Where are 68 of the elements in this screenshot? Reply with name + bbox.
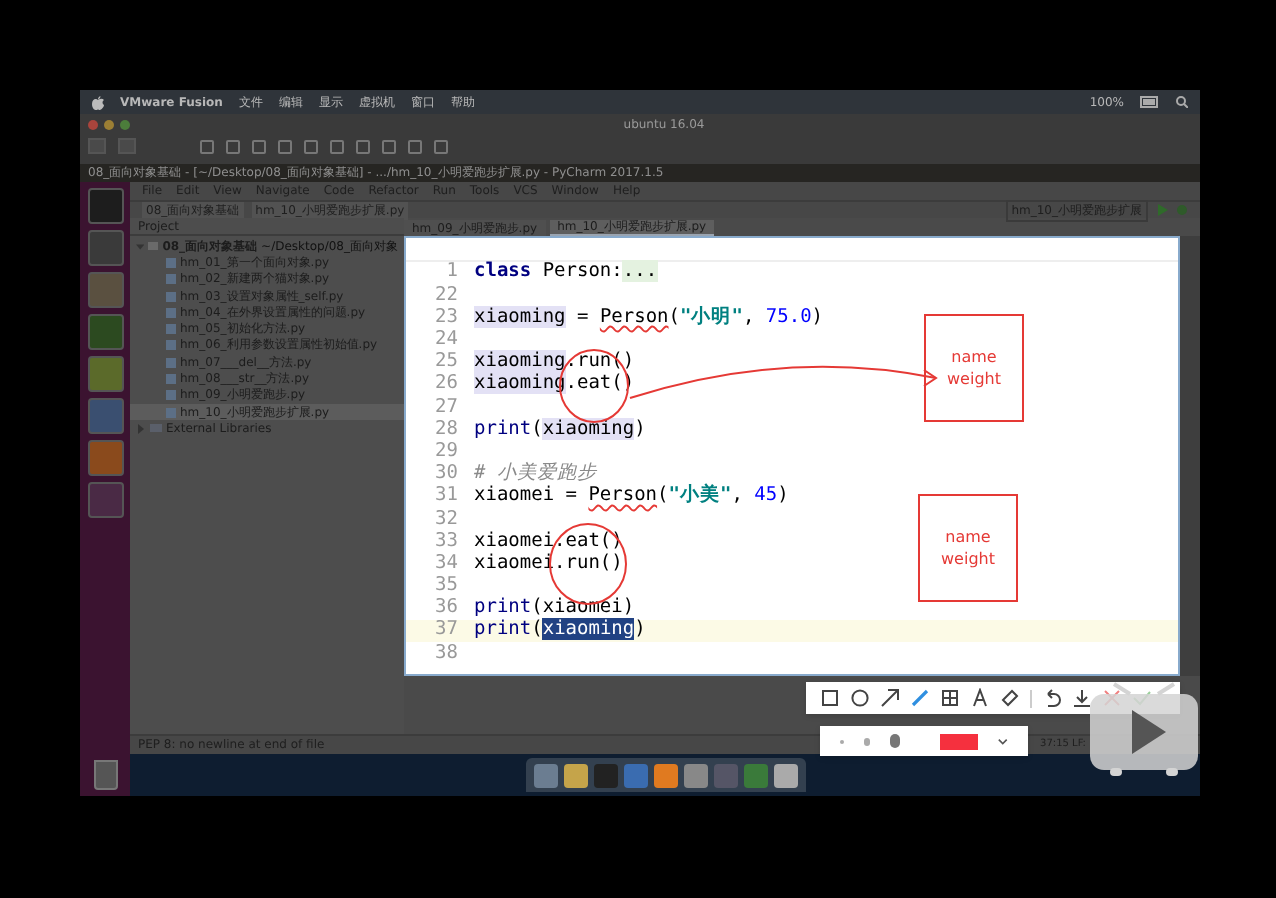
app-icon[interactable] [743, 763, 767, 787]
folder-icon [148, 242, 159, 251]
line-number: 22 [433, 281, 460, 308]
collapsed-icon[interactable] [136, 423, 146, 434]
battery-icon [1140, 96, 1160, 108]
line-number: 29 [433, 437, 460, 464]
code-line: print(xiaoming) [474, 415, 646, 444]
code-line: xiaomei = Person("小美", 45) [474, 482, 789, 511]
line-number: 32 [433, 505, 460, 532]
line-number: 38 [433, 639, 460, 668]
code-line: print(xiaomei) [474, 594, 635, 619]
app-icon[interactable] [87, 230, 123, 266]
line-number: 37 [433, 616, 460, 644]
eraser-icon[interactable] [1000, 688, 1020, 708]
line-number: 24 [433, 326, 460, 352]
grid-icon[interactable] [940, 688, 960, 708]
note-text: weight [947, 368, 1001, 390]
code-line: class Person:... [474, 258, 658, 287]
app-icon[interactable] [87, 440, 123, 476]
line-number: 1 [444, 258, 460, 286]
color-swatch[interactable] [940, 733, 979, 749]
rectangle-icon[interactable] [820, 688, 840, 708]
pen-icon[interactable] [910, 688, 930, 708]
app-icon[interactable] [87, 356, 123, 392]
code-line: print(xiaoming) [474, 616, 646, 645]
note-text: name [945, 526, 991, 548]
app-icon[interactable] [653, 763, 677, 787]
app-icon[interactable] [683, 763, 707, 787]
app-icon[interactable] [87, 314, 123, 350]
apple-icon[interactable] [92, 95, 104, 109]
note-text: weight [941, 548, 995, 570]
expanded-icon[interactable] [136, 241, 145, 252]
app-icon[interactable] [87, 188, 123, 224]
code-line: xiaoming = Person("小明", 75.0) [474, 303, 824, 332]
text-icon[interactable] [970, 688, 990, 708]
play-button[interactable] [1086, 678, 1202, 782]
note-text: name [951, 346, 997, 368]
app-icon[interactable] [623, 763, 647, 787]
circle-icon[interactable] [850, 688, 870, 708]
minimize-icon[interactable] [104, 119, 114, 129]
line-number: 25 [433, 348, 460, 374]
line-number: 31 [433, 482, 460, 510]
app-icon[interactable] [87, 398, 123, 434]
undo-icon[interactable] [1042, 688, 1062, 708]
line-number: 30 [433, 460, 460, 486]
code-line: # 小美爱跑步 [474, 460, 597, 485]
line-number: 23 [433, 303, 460, 330]
app-icon[interactable] [563, 763, 587, 787]
line-number: 28 [433, 415, 460, 442]
close-icon[interactable] [88, 119, 98, 129]
app-icon[interactable] [87, 272, 123, 308]
line-number: 33 [433, 527, 460, 554]
line-number: 27 [433, 393, 460, 420]
trash-icon[interactable] [93, 760, 117, 790]
arrow-icon[interactable] [880, 688, 900, 708]
app-icon[interactable] [87, 482, 123, 518]
chevron-down-icon[interactable] [998, 737, 1008, 745]
app-icon[interactable] [773, 763, 797, 787]
line-number: 36 [433, 594, 460, 620]
app-icon[interactable] [533, 763, 557, 787]
library-icon [150, 424, 162, 433]
download-icon[interactable] [1072, 688, 1092, 708]
line-number: 34 [433, 549, 460, 576]
search-icon[interactable] [1176, 96, 1188, 108]
maximize-icon[interactable] [120, 119, 130, 129]
line-number: 26 [433, 370, 460, 398]
line-number: 35 [433, 572, 460, 598]
run-icon[interactable] [1156, 204, 1168, 216]
